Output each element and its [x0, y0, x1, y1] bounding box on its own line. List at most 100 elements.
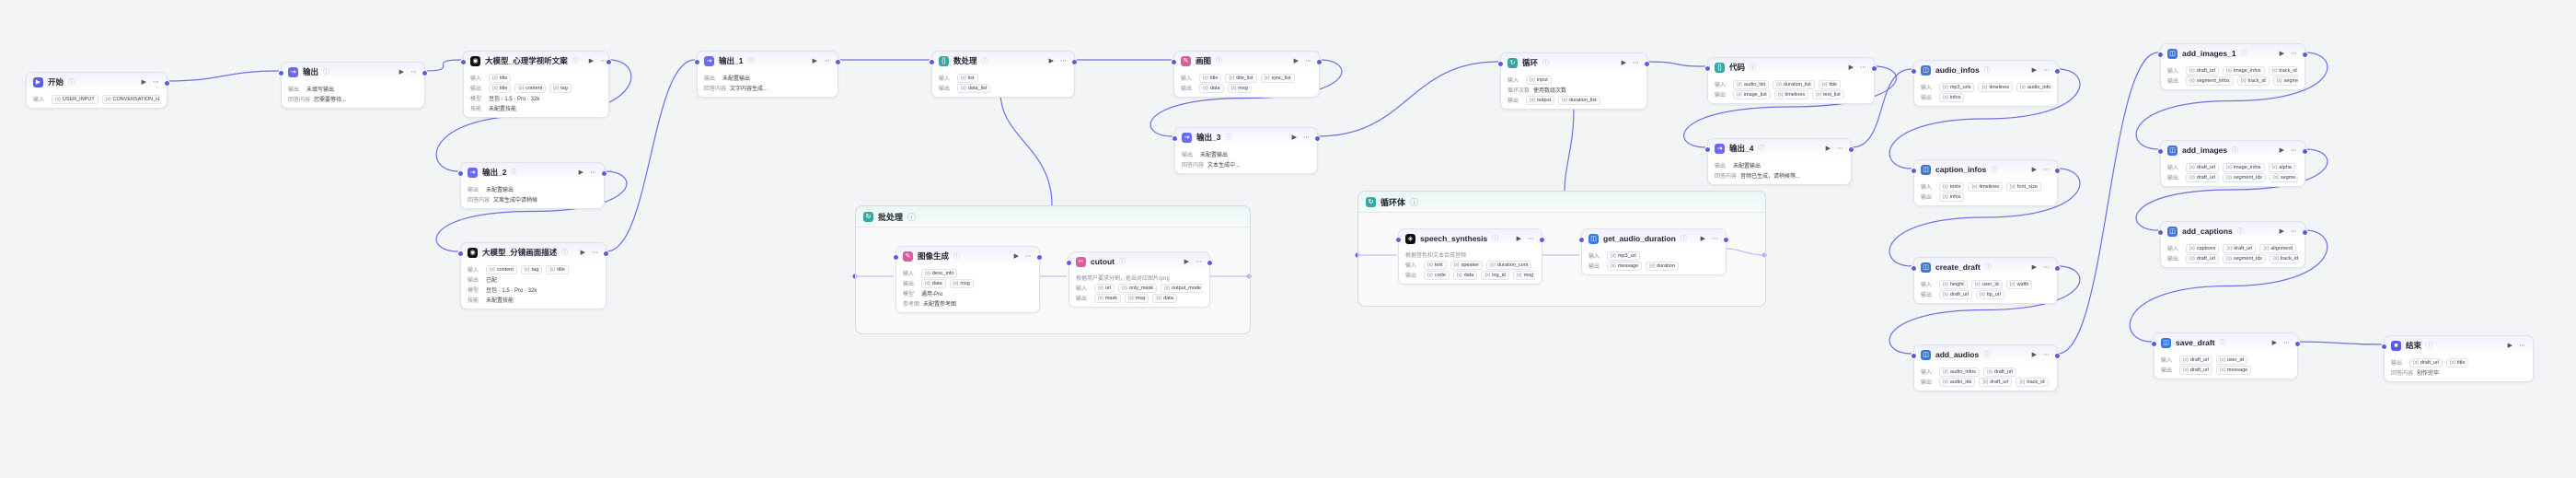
- node-header[interactable]: {} 代码 ⓘ ▶ ⋯: [1708, 58, 1874, 76]
- input-port[interactable]: [893, 254, 899, 261]
- run-icon[interactable]: ▶: [1291, 134, 1298, 141]
- edge-llm2-out1[interactable]: [606, 59, 696, 252]
- more-icon[interactable]: ⋯: [589, 169, 597, 176]
- run-icon[interactable]: ▶: [1048, 57, 1055, 64]
- node-header[interactable]: ⇥ 输出_4 ⓘ ▶ ⋯: [1708, 139, 1851, 157]
- output-port[interactable]: [2302, 52, 2308, 58]
- input-port[interactable]: [929, 59, 935, 65]
- run-icon[interactable]: ▶: [2031, 351, 2038, 358]
- output-port[interactable]: [603, 251, 609, 257]
- run-icon[interactable]: ▶: [1013, 252, 1020, 260]
- more-icon[interactable]: ⋯: [410, 68, 418, 76]
- node-aaudio[interactable]: ◫ add_audios ⓘ ▶ ⋯ 输入 {x} audio_infos {x} draft_u…: [1911, 344, 2061, 391]
- node-header[interactable]: ✎ 图像生成 ⓘ ▶ ⋯: [896, 247, 1039, 265]
- node-header[interactable]: ◫ audio_infos ⓘ ▶ ⋯: [1914, 61, 2057, 79]
- output-port[interactable]: [2294, 341, 2301, 347]
- input-port[interactable]: [1497, 61, 1504, 67]
- node-header[interactable]: ◫ add_captions ⓘ ▶ ⋯: [2161, 222, 2305, 240]
- run-icon[interactable]: ▶: [1700, 235, 1706, 242]
- node-llm2[interactable]: ◉ 大模型_分镜画面描述 ⓘ ▶ ⋯ 输入 {x} content {x} tag {x} title…: [457, 242, 609, 309]
- more-icon[interactable]: ⋯: [591, 249, 599, 256]
- more-icon[interactable]: ⋯: [1024, 252, 1033, 260]
- node-header[interactable]: ▶ 开始 ⓘ ▶ ⋯: [27, 73, 167, 91]
- input-port[interactable]: [457, 251, 464, 257]
- node-out1[interactable]: ⇥ 输出_1 ⓘ ▶ ⋯ 输出 未配置输出 回答内容 文字内容生成...: [694, 51, 841, 98]
- run-icon[interactable]: ▶: [1848, 64, 1854, 71]
- node-code2[interactable]: {} 代码 ⓘ ▶ ⋯ 输入 {x} audio_list {x} duration_list {x…: [1704, 57, 1877, 104]
- node-header[interactable]: ✂ cutout ⓘ ▶ ⋯: [1069, 252, 1209, 271]
- node-llm1[interactable]: ◉ 大模型_心理学视听文案 ⓘ ▶ ⋯ 输入 {x} title 输出 {x} title {x} co…: [460, 51, 612, 118]
- more-icon[interactable]: ⋯: [1527, 235, 1535, 242]
- output-port[interactable]: [601, 170, 607, 177]
- output-port[interactable]: [1314, 135, 1321, 142]
- output-port[interactable]: [835, 59, 841, 65]
- input-port[interactable]: [1911, 353, 1917, 359]
- node-out3[interactable]: ⇥ 输出_3 ⓘ ▶ ⋯ 输出 未配置输出 回答内容 文本生成中...: [1172, 127, 1321, 174]
- more-icon[interactable]: ⋯: [1195, 258, 1203, 265]
- more-icon[interactable]: ⋯: [2290, 146, 2298, 154]
- run-icon[interactable]: ▶: [812, 57, 818, 64]
- run-icon[interactable]: ▶: [1621, 59, 1627, 66]
- run-icon[interactable]: ▶: [2507, 342, 2513, 349]
- input-port[interactable]: [460, 59, 467, 65]
- run-icon[interactable]: ▶: [1184, 258, 1190, 265]
- output-port[interactable]: [1539, 237, 1545, 243]
- node-acap[interactable]: ◫ add_captions ⓘ ▶ ⋯ 输入 {x} captions {x} draft_ur…: [2157, 221, 2308, 268]
- more-icon[interactable]: ⋯: [823, 57, 831, 64]
- run-icon[interactable]: ▶: [2279, 50, 2285, 57]
- node-header[interactable]: ◫ caption_infos ⓘ ▶ ⋯: [1914, 160, 2057, 179]
- node-header[interactable]: ⇥ 输出 ⓘ ▶ ⋯: [282, 63, 424, 81]
- output-port[interactable]: [2054, 168, 2061, 174]
- input-port[interactable]: [278, 70, 284, 76]
- input-port[interactable]: [457, 170, 464, 177]
- run-icon[interactable]: ▶: [578, 169, 584, 176]
- more-icon[interactable]: ⋯: [2290, 50, 2298, 57]
- more-icon[interactable]: ⋯: [2290, 227, 2298, 235]
- more-icon[interactable]: ⋯: [1859, 64, 1867, 71]
- output-port[interactable]: [422, 70, 428, 76]
- edge-save-end[interactable]: [2297, 341, 2383, 345]
- output-port[interactable]: [1848, 146, 1854, 153]
- more-icon[interactable]: ⋯: [1302, 134, 1311, 141]
- node-ainfo[interactable]: ◫ audio_infos ⓘ ▶ ⋯ 输入 {x} mp3_urls {x} timelines…: [1911, 60, 2061, 107]
- output-port[interactable]: [2054, 265, 2061, 272]
- output-port[interactable]: [2302, 148, 2308, 155]
- run-icon[interactable]: ▶: [2271, 339, 2278, 346]
- run-icon[interactable]: ▶: [2031, 66, 2038, 74]
- node-header[interactable]: ◫ create_draft ⓘ ▶ ⋯: [1914, 258, 2057, 276]
- run-icon[interactable]: ▶: [2279, 227, 2285, 235]
- more-icon[interactable]: ⋯: [1632, 59, 1640, 66]
- input-port[interactable]: [1171, 59, 1177, 65]
- input-port[interactable]: [2151, 341, 2157, 347]
- node-out2[interactable]: ⇥ 输出_2 ⓘ ▶ ⋯ 输出 未配置输出 回答内容 文案生成中请稍候: [457, 162, 607, 209]
- output-port[interactable]: [606, 59, 612, 65]
- run-icon[interactable]: ▶: [1293, 57, 1300, 64]
- node-header[interactable]: ◫ add_images_1 ⓘ ▶ ⋯: [2161, 44, 2305, 63]
- run-icon[interactable]: ▶: [2279, 146, 2285, 154]
- more-icon[interactable]: ⋯: [2042, 263, 2050, 271]
- more-icon[interactable]: ⋯: [2518, 342, 2526, 349]
- node-header[interactable]: ↻ 循环 ⓘ ▶ ⋯: [1501, 53, 1646, 72]
- input-port[interactable]: [1911, 265, 1917, 272]
- node-header[interactable]: ◫ get_audio_duration ⓘ ▶ ⋯: [1582, 229, 1726, 248]
- more-icon[interactable]: ⋯: [2042, 66, 2050, 74]
- node-cutout[interactable]: ✂ cutout ⓘ ▶ ⋯ 根据用户要求分割，抠出对应图片/png 输入 {x} url {x}…: [1066, 251, 1213, 308]
- node-header[interactable]: ◫ add_images ⓘ ▶ ⋯: [2161, 141, 2305, 159]
- output-port[interactable]: [2054, 353, 2061, 359]
- node-out4[interactable]: ⇥ 输出_4 ⓘ ▶ ⋯ 输出 未配置输出 回答内容 音频已生成，请稍候等...: [1704, 138, 1854, 185]
- run-icon[interactable]: ▶: [1516, 235, 1522, 242]
- node-header[interactable]: ⇥ 输出_3 ⓘ ▶ ⋯: [1175, 128, 1317, 146]
- input-port[interactable]: [1704, 146, 1711, 153]
- node-header[interactable]: ⇥ 输出_1 ⓘ ▶ ⋯: [698, 52, 837, 70]
- edge-code1-batch[interactable]: [999, 91, 1053, 206]
- node-header[interactable]: ✎ 画图 ⓘ ▶ ⋯: [1174, 52, 1319, 70]
- more-icon[interactable]: ⋯: [2042, 351, 2050, 358]
- more-icon[interactable]: ⋯: [2042, 166, 2050, 173]
- node-cinfo[interactable]: ◫ caption_infos ⓘ ▶ ⋯ 输入 {x} texts {x} timelines{…: [1911, 159, 2061, 206]
- input-port[interactable]: [1172, 135, 1178, 142]
- edge-loop-code2[interactable]: [1646, 61, 1706, 67]
- run-icon[interactable]: ▶: [588, 57, 595, 64]
- input-port[interactable]: [2381, 344, 2387, 350]
- output-port[interactable]: [1207, 260, 1213, 266]
- node-cdraft[interactable]: ◫ create_draft ⓘ ▶ ⋯ 输入 {x} height {x} user_id {x}…: [1911, 257, 2061, 304]
